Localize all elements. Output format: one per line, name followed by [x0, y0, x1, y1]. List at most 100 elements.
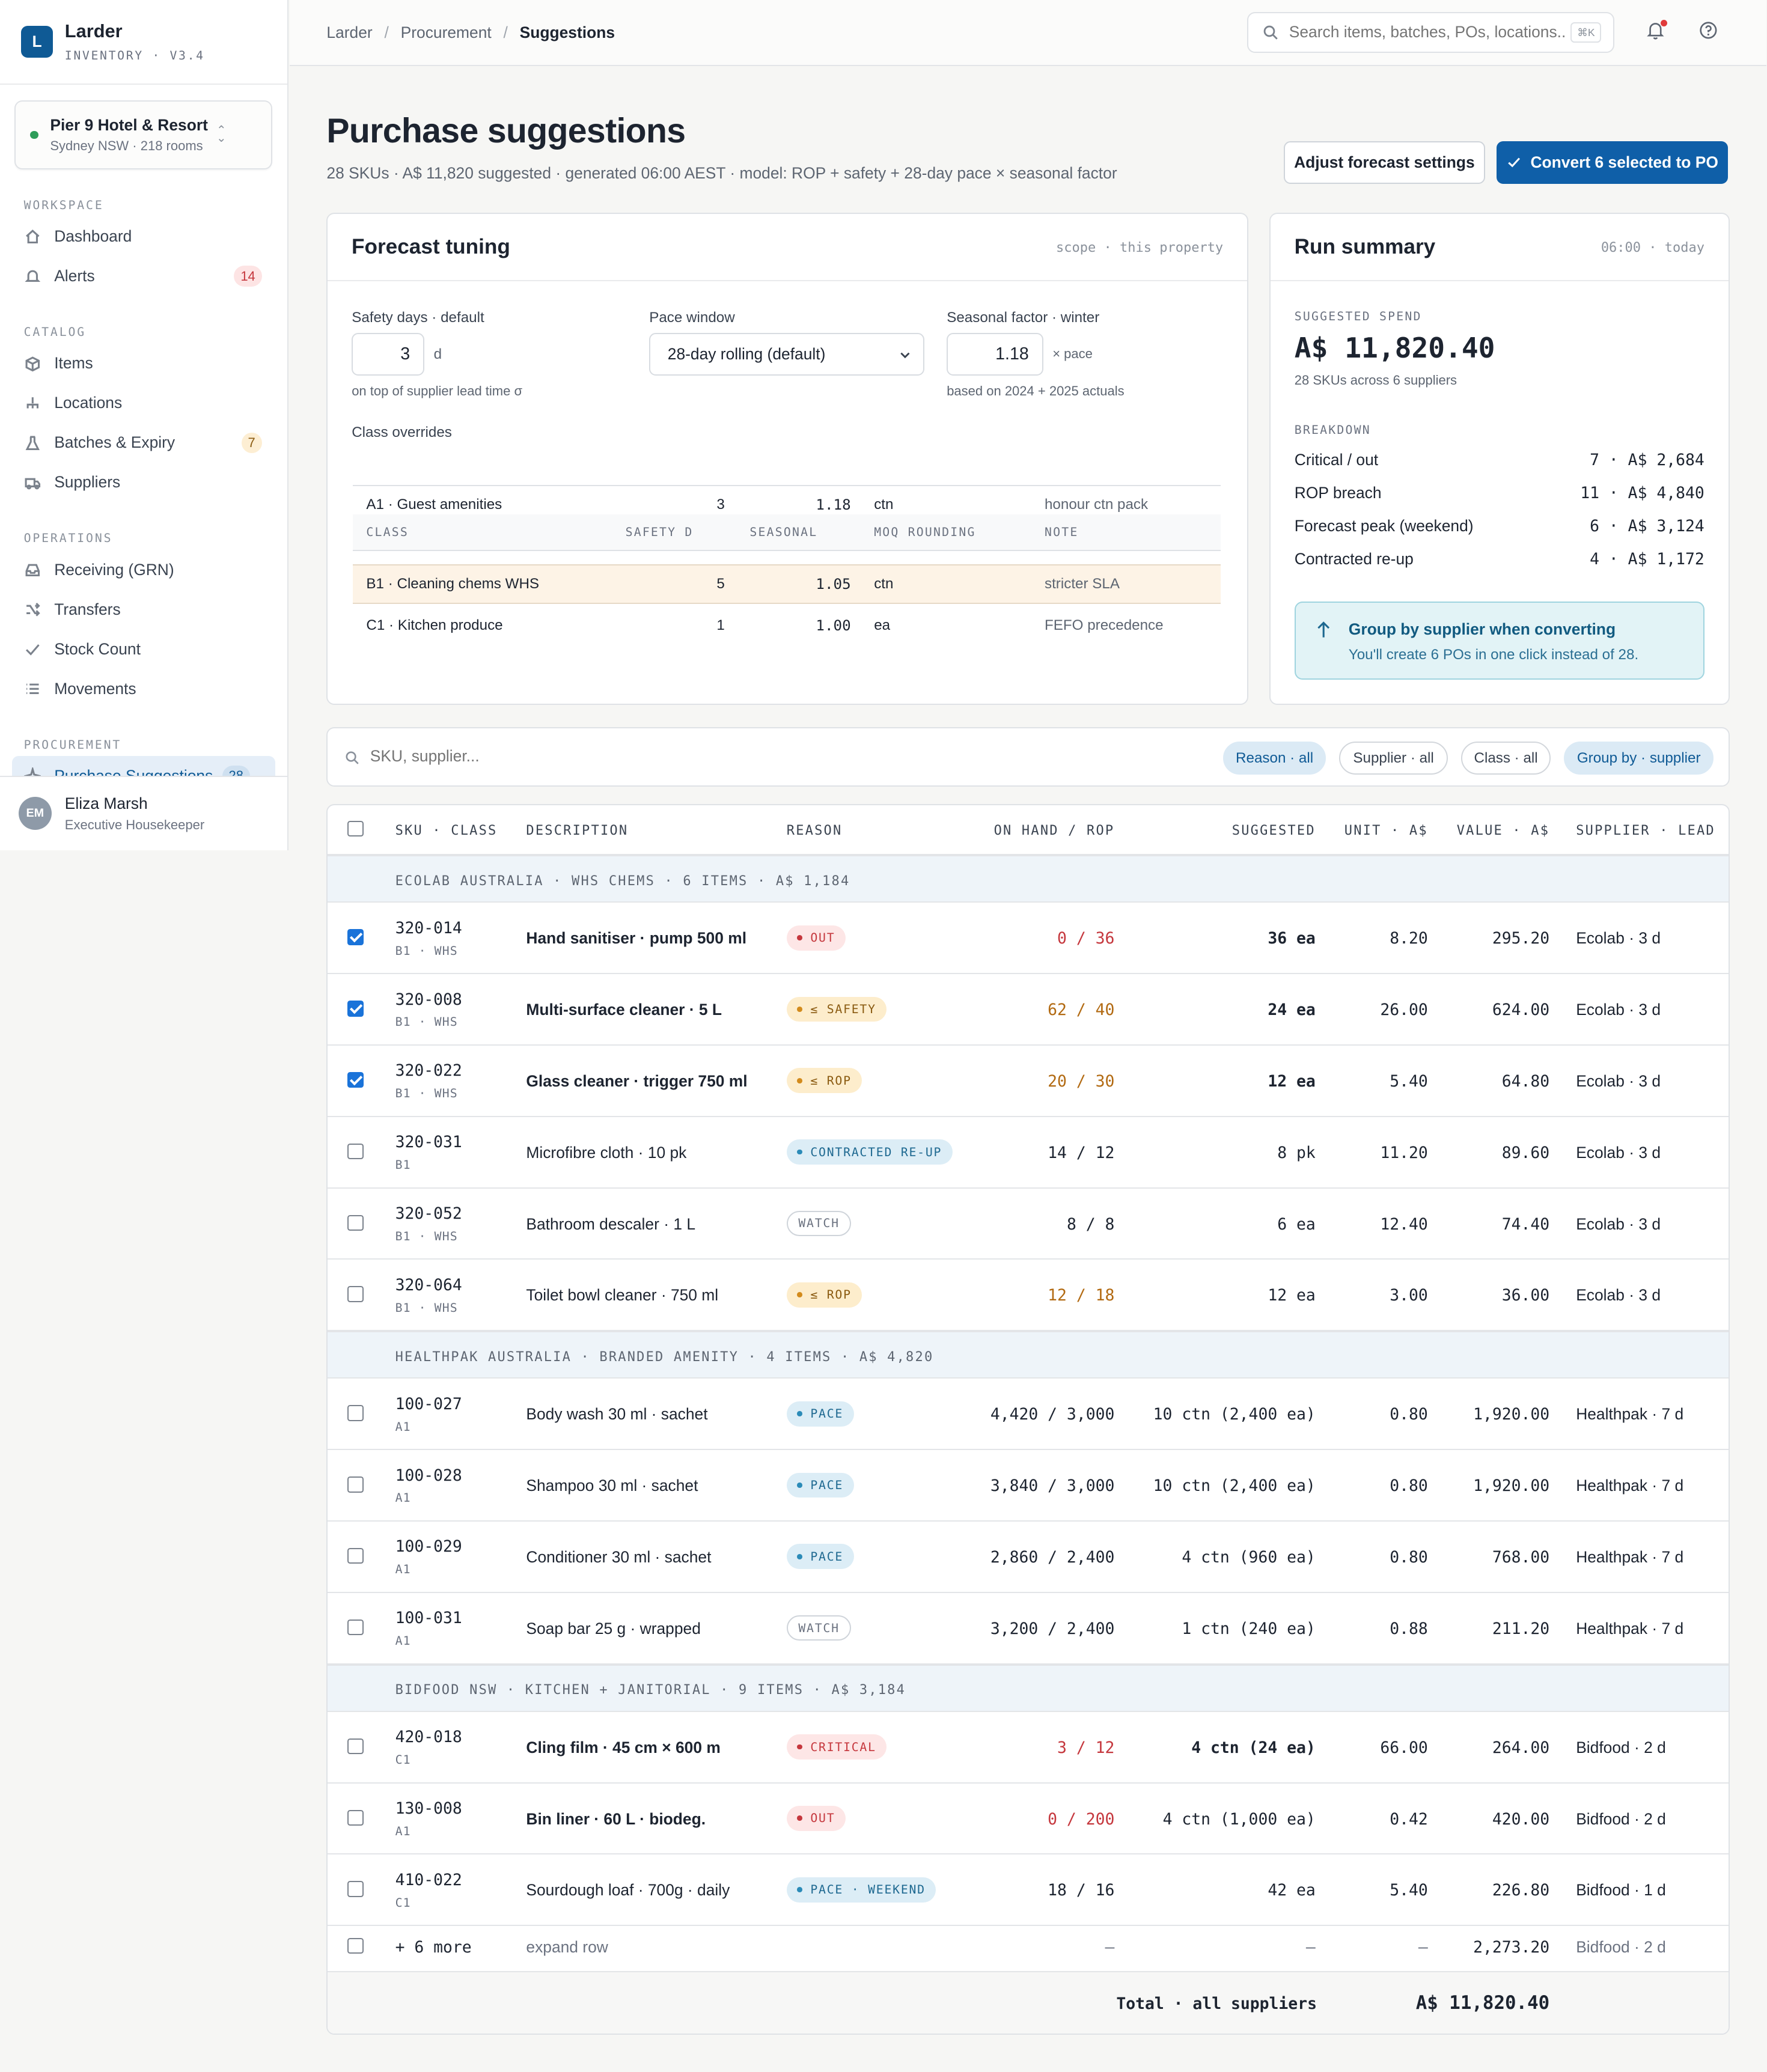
property-switcher[interactable]: Pier 9 Hotel & Resort Sydney NSW · 218 r…: [14, 100, 273, 169]
reason-badge: OUT: [786, 925, 846, 951]
filter-supplier-chip[interactable]: Supplier · all: [1339, 742, 1448, 775]
item-description: Hand sanitiser · pump 500 ml: [526, 929, 747, 948]
unit-price: 5.40: [1390, 1071, 1428, 1091]
row-checkbox[interactable]: [347, 1738, 364, 1755]
reason-badge: CONTRACTED RE-UP: [786, 1139, 953, 1165]
suggested-qty: 4 ctn (24 ea): [1191, 1738, 1316, 1757]
supplier-group-header[interactable]: BIDFOOD NSW · KITCHEN + JANITORIAL · 9 I…: [328, 1664, 1729, 1712]
filter-reason-chip[interactable]: Reason · all: [1222, 742, 1326, 775]
suggested-qty: 4 ctn (960 ea): [1182, 1547, 1316, 1567]
on-hand-rop: 3,840 / 3,000: [990, 1476, 1115, 1496]
sidebar-nav: WORKSPACE Dashboard Alerts 14 CATALOG It…: [0, 198, 287, 796]
sidebar-item-suppliers[interactable]: Suppliers: [0, 463, 287, 502]
filter-bar: Reason · all Supplier · all Class · all …: [326, 727, 1730, 787]
global-search[interactable]: ⌘K: [1247, 11, 1615, 53]
row-checkbox[interactable]: [347, 1619, 364, 1636]
on-hand-rop: 62 / 40: [1048, 1001, 1115, 1020]
scope-label: scope · this property: [1056, 240, 1224, 256]
override-row[interactable]: C1 · Kitchen produce 1 1.00 ea FEFO prec…: [353, 606, 1220, 645]
row-checkbox[interactable]: [347, 1881, 364, 1897]
row-checkbox[interactable]: [347, 1286, 364, 1302]
sidebar-item-stock-count[interactable]: Stock Count: [0, 629, 287, 669]
group-by-supplier-callout[interactable]: Group by supplier when converting You'll…: [1294, 602, 1704, 680]
table-row[interactable]: 100-027 A1 Body wash 30 ml · sachet PACE…: [328, 1379, 1729, 1451]
sidebar-item-label: Items: [54, 354, 93, 373]
table-row[interactable]: 100-028 A1 Shampoo 30 ml · sachet PACE 3…: [328, 1450, 1729, 1522]
table-row[interactable]: 320-008 B1 · WHS Multi-surface cleaner ·…: [328, 974, 1729, 1046]
unit-price: 8.20: [1390, 929, 1428, 948]
table-row[interactable]: 320-014 B1 · WHS Hand sanitiser · pump 5…: [328, 903, 1729, 975]
table-row[interactable]: 420-018 C1 Cling film · 45 cm × 600 m CR…: [328, 1712, 1729, 1784]
row-checkbox[interactable]: [347, 929, 364, 945]
pace-window-label: Pace window: [649, 309, 735, 326]
table-row[interactable]: 100-029 A1 Conditioner 30 ml · sachet PA…: [328, 1522, 1729, 1593]
sidebar-item-locations[interactable]: Locations: [0, 383, 287, 423]
supplier-group-header[interactable]: ECOLAB AUSTRALIA · WHS CHEMS · 6 ITEMS ·…: [328, 855, 1729, 903]
nav-section-label: OPERATIONS: [23, 531, 113, 546]
item-class: B1 · WHS: [395, 1229, 458, 1243]
item-description: Conditioner 30 ml · sachet: [526, 1547, 712, 1566]
user-profile[interactable]: EM Eliza Marsh Executive Housekeeper: [0, 776, 287, 850]
sidebar-item-batches-expiry[interactable]: Batches & Expiry 7: [0, 423, 287, 463]
safety-days-input[interactable]: 3: [352, 333, 425, 376]
reason-badge: OUT: [786, 1805, 846, 1831]
sku: 100-027: [395, 1394, 462, 1413]
table-row[interactable]: 320-031 B1 Microfibre cloth · 10 pk CONT…: [328, 1117, 1729, 1189]
table-row[interactable]: 320-064 B1 · WHS Toilet bowl cleaner · 7…: [328, 1260, 1729, 1332]
breadcrumb-larder[interactable]: Larder: [326, 23, 372, 42]
select-all-checkbox[interactable]: [347, 820, 364, 837]
breadcrumb-procurement[interactable]: Procurement: [401, 23, 492, 42]
convert-label: Convert 6 selected to PO: [1530, 153, 1718, 172]
expand-more-row[interactable]: + 6 more expand row — — — 2,273.20 Bidfo…: [328, 1919, 1728, 1972]
sidebar-item-dashboard[interactable]: Dashboard: [0, 217, 287, 257]
safety-days-label: Safety days · default: [352, 309, 484, 326]
filter-class-chip[interactable]: Class · all: [1460, 742, 1551, 775]
sidebar-item-items[interactable]: Items: [0, 344, 287, 383]
sidebar-item-alerts[interactable]: Alerts 14: [0, 257, 287, 296]
pace-window-select[interactable]: 28-day rolling (default): [649, 333, 924, 376]
sidebar-item-label: Transfers: [54, 600, 121, 618]
table-row[interactable]: 100-031 A1 Soap bar 25 g · wrapped WATCH…: [328, 1593, 1729, 1665]
table-row[interactable]: 410-022 C1 Sourdough loaf · 700g · daily…: [328, 1854, 1729, 1927]
unit-price: 0.80: [1390, 1476, 1428, 1496]
line-value: 64.80: [1501, 1071, 1550, 1091]
table-row[interactable]: 320-052 B1 · WHS Bathroom descaler · 1 L…: [328, 1189, 1729, 1260]
row-checkbox[interactable]: [347, 1476, 364, 1493]
unit-price: 66.00: [1380, 1738, 1428, 1757]
group-by-chip[interactable]: Group by · supplier: [1564, 742, 1714, 775]
table-row[interactable]: 130-008 A1 Bin liner · 60 L · biodeg. OU…: [328, 1784, 1729, 1855]
seasonal-factor-input[interactable]: 1.18: [947, 333, 1043, 376]
row-checkbox[interactable]: [347, 1809, 364, 1826]
override-row-highlight[interactable]: B1 · Cleaning chems WHS 5 1.05 ctn stric…: [353, 564, 1221, 605]
table-row[interactable]: 320-022 B1 · WHS Glass cleaner · trigger…: [328, 1046, 1729, 1117]
table-search-input[interactable]: [370, 746, 767, 766]
card-title: Run summary: [1294, 235, 1436, 259]
unit-price: 0.80: [1390, 1547, 1428, 1567]
search-icon: [1263, 25, 1278, 40]
breakdown-row: Critical / out 7 · A$ 2,684: [1294, 451, 1704, 470]
sidebar-item-transfers[interactable]: Transfers: [0, 590, 287, 629]
row-checkbox[interactable]: [347, 1071, 364, 1088]
row-checkbox[interactable]: [347, 1405, 364, 1421]
convert-to-po-button[interactable]: Convert 6 selected to PO: [1497, 141, 1729, 184]
sidebar-item-movements[interactable]: Movements: [0, 669, 287, 708]
adjust-forecast-button[interactable]: Adjust forecast settings: [1284, 141, 1485, 184]
sidebar-item-label: Movements: [54, 679, 136, 698]
callout-text: You'll create 6 POs in one click instead…: [1348, 646, 1639, 663]
on-hand-rop: 4,420 / 3,000: [990, 1405, 1115, 1424]
shuffle-icon: [26, 602, 40, 617]
notifications-button[interactable]: [1646, 20, 1668, 42]
supplier-lead: Healthpak · 7 d: [1576, 1405, 1684, 1424]
row-checkbox[interactable]: [347, 1001, 364, 1017]
row-checkbox[interactable]: [347, 1143, 364, 1160]
global-search-input[interactable]: [1289, 23, 1567, 42]
sku: 320-022: [395, 1061, 462, 1080]
user-name: Eliza Marsh: [64, 794, 148, 813]
sidebar-item-receiving-grn-[interactable]: Receiving (GRN): [0, 550, 287, 590]
supplier-group-header[interactable]: HEALTHPAK AUSTRALIA · BRANDED AMENITY · …: [328, 1331, 1729, 1379]
reason-badge: PACE: [786, 1544, 854, 1570]
row-checkbox[interactable]: [347, 1937, 364, 1954]
help-button[interactable]: [1699, 21, 1720, 42]
row-checkbox[interactable]: [347, 1214, 364, 1231]
row-checkbox[interactable]: [347, 1547, 364, 1564]
